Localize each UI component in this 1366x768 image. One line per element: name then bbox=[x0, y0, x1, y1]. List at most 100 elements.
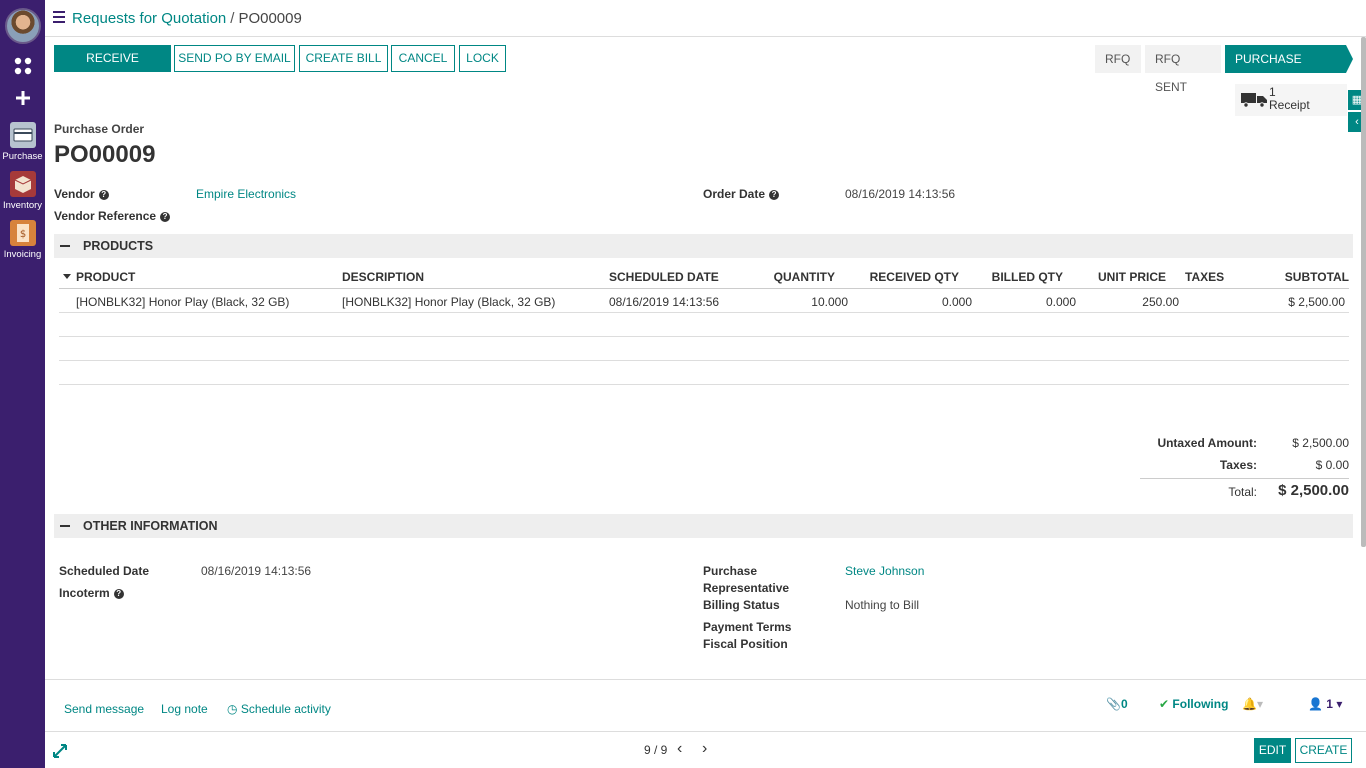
sidebar-app-invoicing[interactable]: $ Invoicing bbox=[0, 220, 45, 260]
attachments-count: 0 bbox=[1120, 697, 1128, 711]
cell-unit-price: 250.00 bbox=[1142, 295, 1179, 309]
order-date-label: Order Date? bbox=[703, 187, 780, 201]
breadcrumb: Requests for Quotation / PO00009 bbox=[72, 10, 302, 27]
user-icon: 👤 bbox=[1308, 697, 1323, 711]
stage-rfq-sent[interactable]: RFQ SENT bbox=[1145, 45, 1221, 94]
purchase-icon bbox=[9, 122, 36, 148]
send-po-by-email-button[interactable]: SEND PO BY EMAIL bbox=[174, 45, 295, 72]
pager-next-icon[interactable]: › bbox=[702, 740, 707, 758]
help-icon[interactable]: ? bbox=[160, 212, 171, 222]
empty-row bbox=[59, 337, 1349, 361]
following-button[interactable]: ✔ Following bbox=[1159, 697, 1228, 711]
totals-divider bbox=[1140, 478, 1349, 479]
breadcrumb-separator: / bbox=[230, 10, 235, 27]
incoterm-label-text: Incoterm bbox=[59, 586, 110, 600]
order-date-label-text: Order Date bbox=[703, 187, 766, 201]
truck-icon bbox=[1241, 93, 1267, 107]
help-icon[interactable]: ? bbox=[769, 190, 780, 200]
menu-toggle-icon[interactable] bbox=[53, 11, 65, 23]
vendor-reference-label: Vendor Reference? bbox=[54, 209, 171, 223]
empty-row bbox=[59, 313, 1349, 337]
stage-rfq[interactable]: RFQ bbox=[1095, 45, 1141, 73]
sort-caret-icon[interactable] bbox=[63, 274, 71, 279]
cell-scheduled-date: 08/16/2019 14:13:56 bbox=[609, 295, 720, 309]
chatter-bar: Send message Log note ◷ Schedule activit… bbox=[45, 679, 1366, 731]
column-header-unit-price[interactable]: UNIT PRICE bbox=[1079, 270, 1166, 284]
page-title: PO00009 bbox=[54, 141, 156, 168]
stage-purchase-order[interactable]: PURCHASE ORDER bbox=[1225, 45, 1346, 94]
other-information-section-header[interactable]: OTHER INFORMATION bbox=[54, 514, 1353, 538]
scheduled-date-label: Scheduled Date bbox=[59, 564, 150, 578]
user-avatar[interactable] bbox=[5, 8, 41, 44]
column-header-subtotal[interactable]: SUBTOTAL bbox=[1249, 270, 1349, 284]
untaxed-amount-value: $ 2,500.00 bbox=[1292, 436, 1349, 450]
vendor-label: Vendor? bbox=[54, 187, 109, 201]
app-sidebar: Purchase Inventory $ Invoicing bbox=[0, 0, 45, 768]
footer-bar: 9 / 9 ‹ › EDIT CREATE bbox=[45, 731, 1366, 768]
vendor-link[interactable]: Empire Electronics bbox=[196, 187, 296, 201]
column-header-taxes[interactable]: TAXES bbox=[1185, 270, 1224, 284]
add-app-icon[interactable] bbox=[0, 90, 45, 110]
sidebar-app-purchase[interactable]: Purchase bbox=[0, 122, 45, 162]
scheduled-date-value[interactable]: 08/16/2019 14:13:56 bbox=[201, 564, 311, 578]
help-icon[interactable]: ? bbox=[98, 190, 109, 200]
control-panel-top: Requests for Quotation / PO00009 bbox=[45, 0, 1366, 37]
purchase-rep-link[interactable]: Steve Johnson bbox=[845, 564, 924, 578]
table-row[interactable]: [HONBLK32] Honor Play (Black, 32 GB) [HO… bbox=[59, 289, 1349, 313]
cell-received-qty: 0.000 bbox=[941, 295, 972, 309]
fiscal-position-label: Fiscal Position bbox=[703, 637, 788, 651]
pager-value[interactable]: 9 / 9 bbox=[644, 743, 667, 757]
help-icon[interactable]: ? bbox=[113, 589, 124, 599]
stage-arrow bbox=[1346, 45, 1353, 73]
schedule-activity-button[interactable]: ◷ Schedule activity bbox=[227, 702, 331, 716]
cell-subtotal: $ 2,500.00 bbox=[1288, 295, 1345, 309]
billing-status-label: Billing Status bbox=[703, 598, 780, 612]
products-section-header[interactable]: PRODUCTS bbox=[54, 234, 1353, 258]
taxes-value: $ 0.00 bbox=[1315, 458, 1349, 472]
scrollbar[interactable] bbox=[1361, 37, 1366, 547]
breadcrumb-current: PO00009 bbox=[238, 10, 302, 27]
table-header: PRODUCT DESCRIPTION SCHEDULED DATE QUANT… bbox=[59, 265, 1349, 289]
send-message-button[interactable]: Send message bbox=[64, 702, 144, 716]
create-bill-button[interactable]: CREATE BILL bbox=[299, 45, 388, 72]
section-title: PRODUCTS bbox=[83, 239, 154, 253]
column-header-description[interactable]: DESCRIPTION bbox=[342, 270, 424, 284]
followers-button[interactable]: 👤 1 ▾ bbox=[1308, 697, 1342, 711]
billing-status-value: Nothing to Bill bbox=[845, 598, 920, 612]
cell-description: [HONBLK32] Honor Play (Black, 32 GB) bbox=[342, 295, 556, 309]
apps-grid-icon[interactable] bbox=[0, 56, 45, 80]
empty-row bbox=[59, 361, 1349, 385]
attachments-button[interactable]: 📎0 bbox=[1106, 697, 1128, 711]
collapse-icon bbox=[60, 525, 70, 527]
clock-icon: ◷ bbox=[227, 702, 238, 716]
pager-previous-icon[interactable]: ‹ bbox=[677, 740, 682, 758]
sidebar-app-label: Purchase bbox=[2, 151, 43, 162]
breadcrumb-parent-link[interactable]: Requests for Quotation bbox=[72, 10, 226, 27]
column-header-product[interactable]: PRODUCT bbox=[76, 270, 135, 284]
expand-icon[interactable] bbox=[53, 744, 67, 761]
cell-billed-qty: 0.000 bbox=[1045, 295, 1076, 309]
vendor-reference-label-text: Vendor Reference bbox=[54, 209, 157, 223]
svg-text:$: $ bbox=[19, 229, 25, 240]
form-type-label: Purchase Order bbox=[54, 122, 145, 136]
edit-button[interactable]: EDIT bbox=[1254, 738, 1291, 763]
inventory-icon bbox=[9, 171, 36, 197]
column-header-received-qty[interactable]: RECEIVED QTY bbox=[859, 270, 959, 284]
receipt-smart-button[interactable]: 1 Receipt bbox=[1235, 84, 1347, 116]
log-note-button[interactable]: Log note bbox=[161, 702, 208, 716]
paperclip-icon: 📎 bbox=[1106, 697, 1121, 711]
section-title: OTHER INFORMATION bbox=[83, 519, 218, 533]
column-header-scheduled-date[interactable]: SCHEDULED DATE bbox=[609, 270, 719, 284]
lock-button[interactable]: LOCK bbox=[459, 45, 506, 72]
schedule-activity-label: Schedule activity bbox=[240, 702, 331, 716]
column-header-billed-qty[interactable]: BILLED QTY bbox=[979, 270, 1063, 284]
following-label: Following bbox=[1172, 697, 1229, 711]
receive-products-button[interactable]: RECEIVE PRODUCTS bbox=[54, 45, 171, 90]
sidebar-app-inventory[interactable]: Inventory bbox=[0, 171, 45, 211]
status-bar: RFQ RFQ SENT PURCHASE ORDER bbox=[1095, 45, 1353, 94]
cancel-button[interactable]: CANCEL bbox=[391, 45, 455, 72]
notifications-bell-icon[interactable]: 🔔▾ bbox=[1242, 697, 1263, 711]
create-button[interactable]: CREATE bbox=[1295, 738, 1352, 763]
column-header-quantity[interactable]: QUANTITY bbox=[759, 270, 835, 284]
invoicing-icon: $ bbox=[9, 220, 36, 246]
